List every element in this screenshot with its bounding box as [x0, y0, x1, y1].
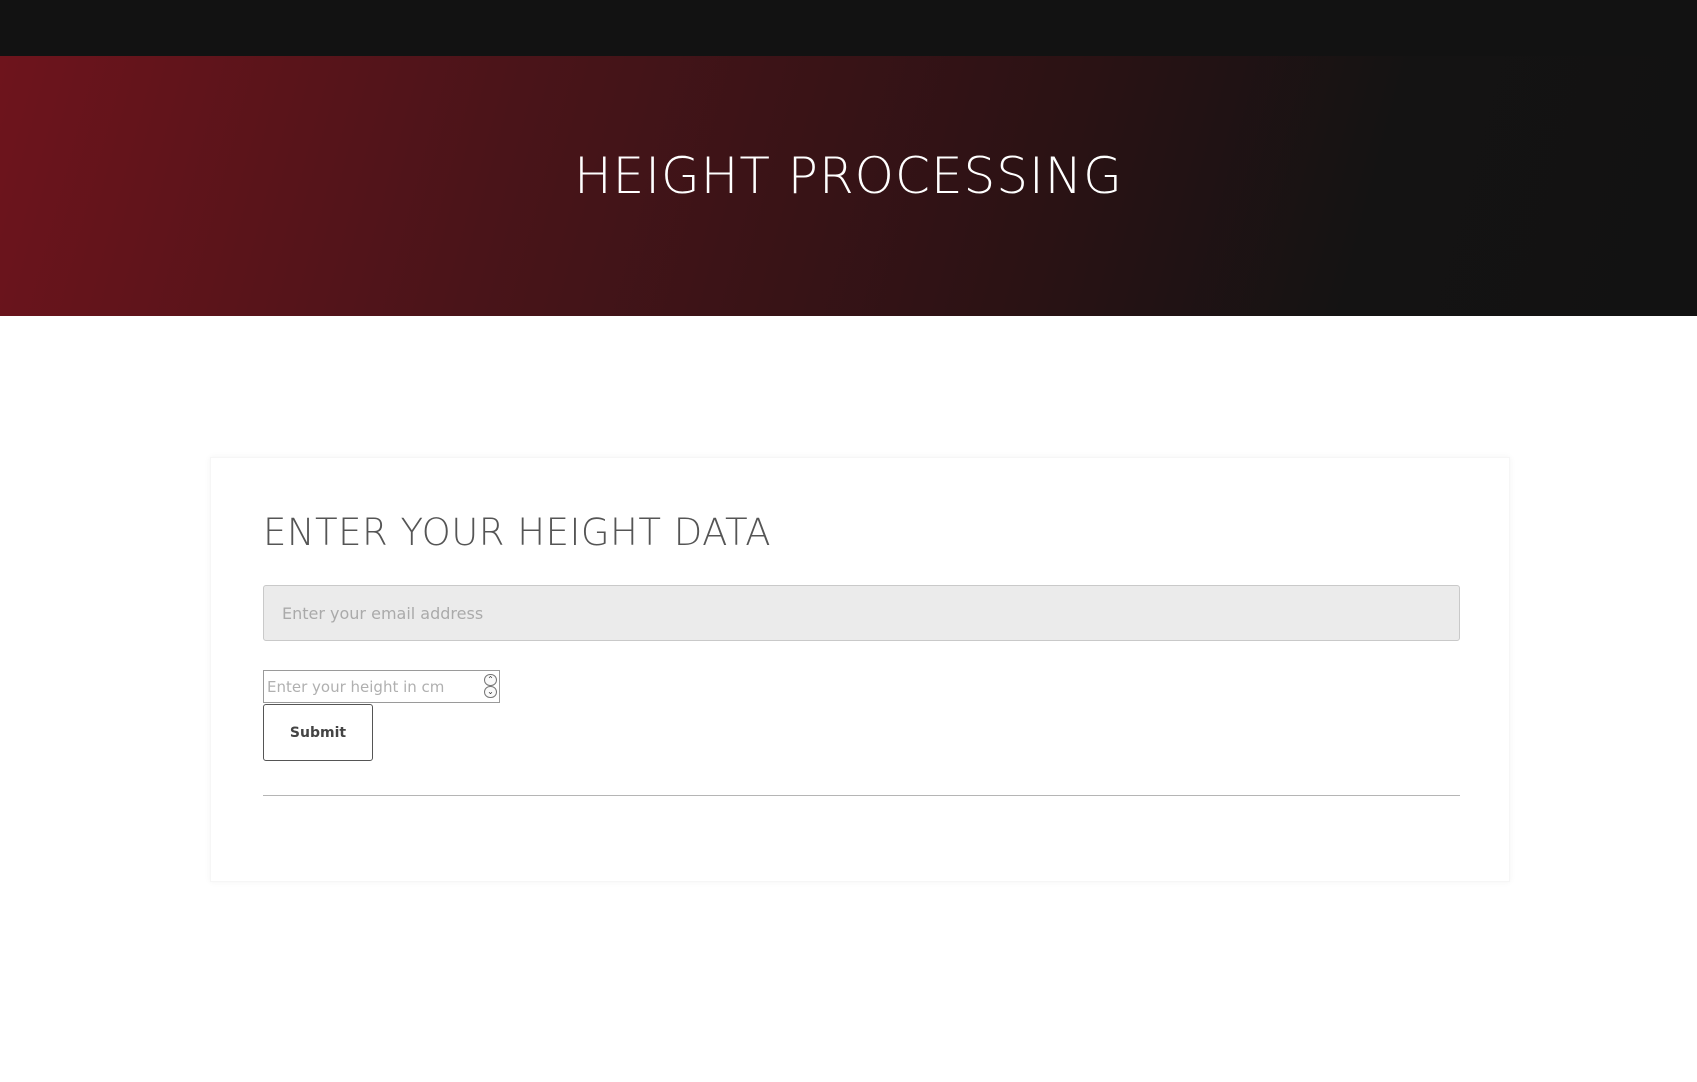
submit-button[interactable]: Submit: [263, 704, 373, 761]
email-input[interactable]: [263, 585, 1460, 641]
height-form-card: ENTER YOUR HEIGHT DATA ⌃ ⌄ Submit: [210, 457, 1510, 882]
page-title: HEIGHT PROCESSING: [574, 147, 1123, 205]
top-navbar: [0, 0, 1697, 56]
chevron-down-icon[interactable]: ⌄: [484, 686, 497, 698]
height-input[interactable]: [264, 671, 474, 702]
height-number-field: ⌃ ⌄: [263, 670, 500, 703]
height-spinner: ⌃ ⌄: [484, 674, 497, 699]
chevron-up-icon[interactable]: ⌃: [484, 674, 497, 686]
hero-banner: HEIGHT PROCESSING: [0, 56, 1697, 316]
form-title: ENTER YOUR HEIGHT DATA: [263, 511, 772, 554]
form-divider: [263, 795, 1460, 796]
